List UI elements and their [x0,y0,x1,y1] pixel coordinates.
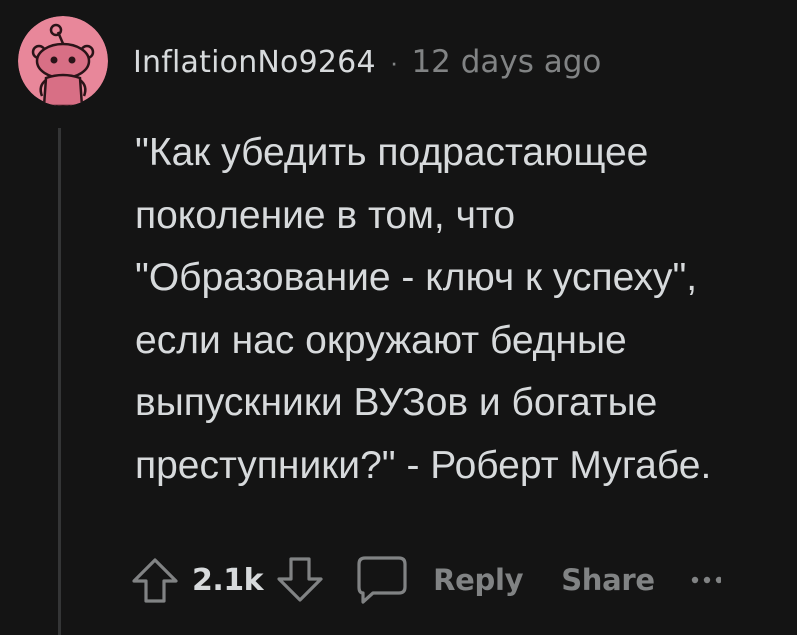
comment-header: InflationNo9264 · 12 days ago [133,40,601,84]
speech-bubble-icon [357,556,407,604]
user-avatar-icon[interactable] [18,16,108,106]
reply-button-label: Reply [433,563,524,597]
vote-score: 2.1k [192,562,264,598]
upvote-button[interactable] [130,555,180,605]
comment-actions-bar: 2.1k Reply Share [130,548,721,612]
arrow-down-icon [277,557,323,602]
arrow-up-icon [132,558,178,603]
header-separator: · [389,46,399,77]
reply-button[interactable]: Reply [353,551,524,609]
author-username[interactable]: InflationNo9264 [133,45,376,80]
comment-timestamp[interactable]: 12 days ago [411,44,601,80]
downvote-button[interactable] [275,555,325,605]
more-dots-icon [691,576,721,584]
thread-collapse-line[interactable] [58,128,61,635]
more-options-button[interactable] [691,574,721,586]
comment: InflationNo9264 · 12 days ago "Как убеди… [0,0,797,635]
comment-body: "Как убедить подрастающее поколение в то… [135,131,712,487]
share-button[interactable]: Share [561,563,655,597]
